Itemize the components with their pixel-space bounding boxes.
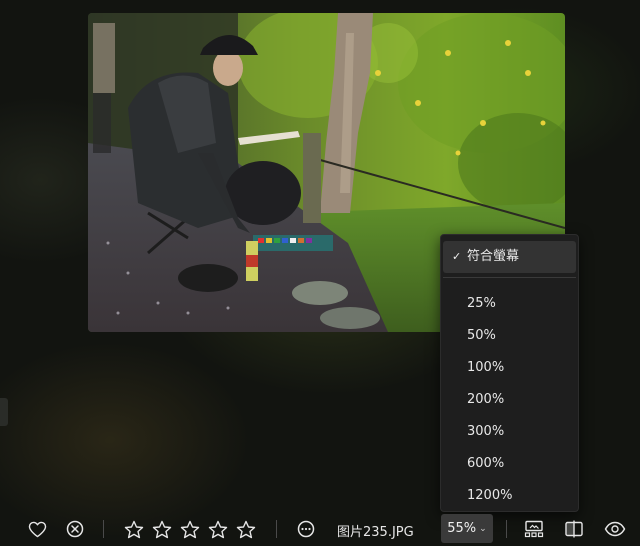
compare-icon [565,520,583,538]
side-panel-handle[interactable] [0,398,8,426]
compare-button[interactable] [563,517,585,541]
zoom-option-600[interactable]: 600% [441,448,578,480]
zoom-option-label: 600% [467,456,505,471]
rating-star-4[interactable] [207,517,229,541]
star-icon [180,520,200,538]
more-options-button[interactable] [295,517,317,541]
toolbar-divider [276,520,277,538]
zoom-option-label: 50% [467,328,496,343]
zoom-level-button[interactable]: 55% ⌄ [441,514,493,543]
zoom-level-value: 55% [447,521,477,536]
zoom-option-label: 25% [467,296,496,311]
zoom-option-300[interactable]: 300% [441,416,578,448]
file-name: 图片235.JPG [337,525,414,540]
zoom-option-1200[interactable]: 1200% [441,480,578,512]
zoom-option-label: 1200% [467,488,513,503]
more-icon [297,520,315,538]
zoom-option-50[interactable]: 50% [441,320,578,352]
zoom-dropdown-menu: ✓ 符合螢幕 25% 50% 100% 200% 300% 600% 1200% [440,234,579,512]
rating-star-3[interactable] [179,517,201,541]
reject-icon [66,520,84,538]
star-icon [236,520,256,538]
eye-icon [604,521,626,537]
zoom-option-100[interactable]: 100% [441,352,578,384]
zoom-option-fit-screen[interactable]: ✓ 符合螢幕 [443,241,576,273]
chevron-down-icon: ⌄ [479,524,487,534]
filmstrip-icon [524,520,544,538]
star-icon [152,520,172,538]
zoom-option-label: 300% [467,424,505,439]
zoom-option-200[interactable]: 200% [441,384,578,416]
photo-viewer: ✓ 符合螢幕 25% 50% 100% 200% 300% 600% 1200% [0,0,640,546]
bottom-toolbar: 图片235.JPG 55% ⌄ [0,512,640,546]
reject-button[interactable] [64,517,86,541]
rating-star-1[interactable] [123,517,145,541]
preview-button[interactable] [603,517,627,541]
star-icon [208,520,228,538]
zoom-option-label: 100% [467,360,505,375]
heart-icon [28,521,46,537]
zoom-option-25[interactable]: 25% [441,288,578,320]
rating-star-2[interactable] [151,517,173,541]
checkmark-icon: ✓ [452,250,462,263]
filmstrip-button[interactable] [523,517,545,541]
toolbar-divider [103,520,104,538]
menu-divider [443,277,576,278]
favorite-button[interactable] [26,517,48,541]
zoom-option-label: 符合螢幕 [467,249,520,264]
star-icon [124,520,144,538]
rating-star-5[interactable] [235,517,257,541]
zoom-option-label: 200% [467,392,505,407]
toolbar-divider [506,520,507,538]
